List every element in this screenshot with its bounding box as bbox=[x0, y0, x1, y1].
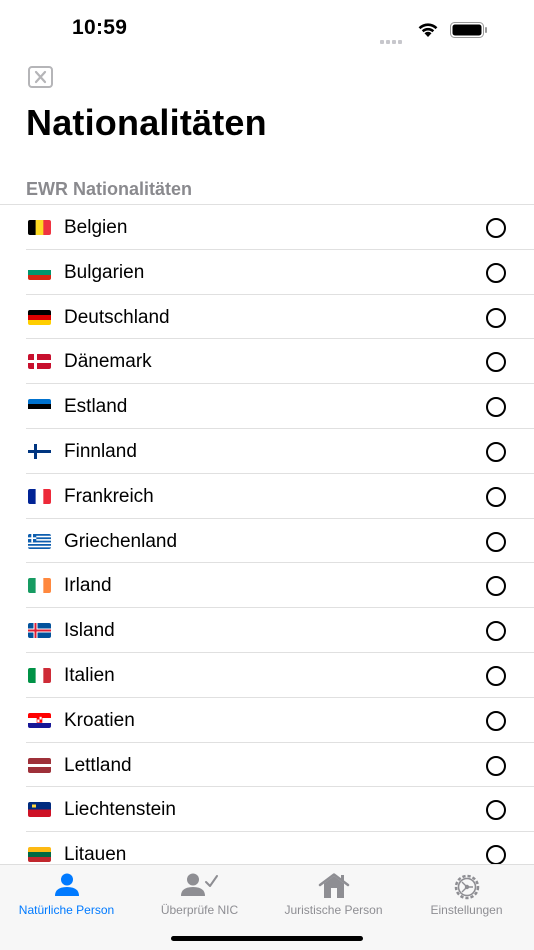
country-row-irland[interactable]: Irland bbox=[0, 563, 534, 608]
country-label: Dänemark bbox=[64, 351, 152, 373]
country-row-dänemark[interactable]: Dänemark bbox=[0, 339, 534, 384]
flag-france-icon bbox=[28, 488, 51, 504]
status-bar: 10:59 bbox=[0, 0, 534, 56]
radio-button[interactable] bbox=[486, 531, 506, 552]
wifi-icon bbox=[418, 23, 438, 37]
country-row-italien[interactable]: Italien bbox=[0, 653, 534, 698]
country-row-estland[interactable]: Estland bbox=[0, 384, 534, 429]
flag-lithuania-icon bbox=[28, 847, 51, 863]
tab-juristische-person[interactable]: Juristische Person bbox=[267, 865, 400, 925]
country-label: Island bbox=[64, 620, 115, 642]
home-indicator bbox=[171, 936, 363, 941]
battery-icon bbox=[450, 22, 487, 38]
country-row-kroatien[interactable]: Kroatien bbox=[0, 698, 534, 743]
flag-liechtenstein-icon bbox=[28, 802, 51, 818]
country-label: Litauen bbox=[64, 844, 127, 864]
radio-button[interactable] bbox=[486, 755, 506, 776]
radio-button[interactable] bbox=[486, 710, 506, 731]
country-label: Griechenland bbox=[64, 530, 178, 552]
flag-greece-icon bbox=[28, 533, 51, 549]
flag-latvia-icon bbox=[28, 757, 51, 773]
country-row-lettland[interactable]: Lettland bbox=[0, 743, 534, 788]
tab-natuerliche-person[interactable]: Natürliche Person bbox=[0, 865, 133, 925]
country-row-finnland[interactable]: Finnland bbox=[0, 429, 534, 474]
country-list[interactable]: Belgien Bulgarien Deutschland Dänemark Estla… bbox=[0, 204, 534, 864]
gear-icon bbox=[454, 874, 479, 900]
country-label: Belgien bbox=[64, 217, 128, 238]
country-label: Finnland bbox=[64, 440, 137, 462]
radio-button[interactable] bbox=[486, 486, 506, 507]
flag-denmark-icon bbox=[28, 354, 51, 370]
house-icon bbox=[318, 873, 349, 898]
flag-ireland-icon bbox=[28, 578, 51, 594]
person-icon bbox=[54, 873, 79, 896]
country-row-bulgarien[interactable]: Bulgarien bbox=[0, 250, 534, 295]
tab-label: Überprüfe NIC bbox=[160, 903, 239, 917]
flag-finland-icon bbox=[28, 443, 51, 459]
status-time: 10:59 bbox=[72, 16, 128, 39]
flag-italy-icon bbox=[28, 667, 51, 683]
country-label: Italien bbox=[64, 664, 115, 686]
country-label: Frankreich bbox=[64, 485, 154, 507]
tab-einstellungen[interactable]: Einstellungen bbox=[400, 865, 533, 925]
flag-croatia-icon bbox=[28, 712, 51, 728]
tab-label: Einstellungen bbox=[430, 903, 503, 917]
country-row-litauen[interactable]: Litauen bbox=[0, 832, 534, 864]
tab-label: Natürliche Person bbox=[18, 903, 115, 917]
flag-germany-icon bbox=[28, 309, 51, 325]
flag-bulgaria-icon bbox=[28, 264, 51, 280]
radio-button[interactable] bbox=[486, 262, 506, 283]
country-row-deutschland[interactable]: Deutschland bbox=[0, 295, 534, 340]
person-check-icon bbox=[180, 873, 218, 896]
flag-estonia-icon bbox=[28, 399, 51, 415]
country-label: Kroatien bbox=[64, 709, 135, 731]
tab-label: Juristische Person bbox=[284, 903, 383, 917]
flag-iceland-icon bbox=[28, 623, 51, 639]
country-row-liechtenstein[interactable]: Liechtenstein bbox=[0, 787, 534, 832]
country-row-belgien[interactable]: Belgien bbox=[0, 205, 534, 250]
country-row-griechenland[interactable]: Griechenland bbox=[0, 519, 534, 564]
close-button[interactable] bbox=[28, 66, 53, 88]
section-header: EWR Nationalitäten bbox=[26, 179, 193, 199]
radio-button[interactable] bbox=[486, 352, 506, 373]
radio-button[interactable] bbox=[486, 621, 506, 642]
radio-button[interactable] bbox=[486, 397, 506, 418]
radio-button[interactable] bbox=[486, 218, 506, 238]
page-title: Nationalitäten bbox=[26, 102, 267, 143]
tab-ueberpruefe-nic[interactable]: Überprüfe NIC bbox=[133, 865, 266, 925]
radio-button[interactable] bbox=[486, 665, 506, 686]
flag-belgium-icon bbox=[28, 220, 51, 235]
cellular-signal-icon bbox=[380, 31, 406, 44]
country-row-island[interactable]: Island bbox=[0, 608, 534, 653]
country-label: Liechtenstein bbox=[64, 799, 176, 821]
radio-button[interactable] bbox=[486, 800, 506, 821]
radio-button[interactable] bbox=[486, 576, 506, 597]
radio-button[interactable] bbox=[486, 307, 506, 328]
country-row-frankreich[interactable]: Frankreich bbox=[0, 474, 534, 519]
radio-button[interactable] bbox=[486, 441, 506, 462]
radio-button[interactable] bbox=[486, 845, 506, 864]
country-label: Bulgarien bbox=[64, 261, 145, 283]
country-label: Estland bbox=[64, 396, 128, 418]
country-label: Deutschland bbox=[64, 306, 170, 328]
country-label: Lettland bbox=[64, 754, 132, 776]
country-label: Irland bbox=[64, 575, 112, 597]
